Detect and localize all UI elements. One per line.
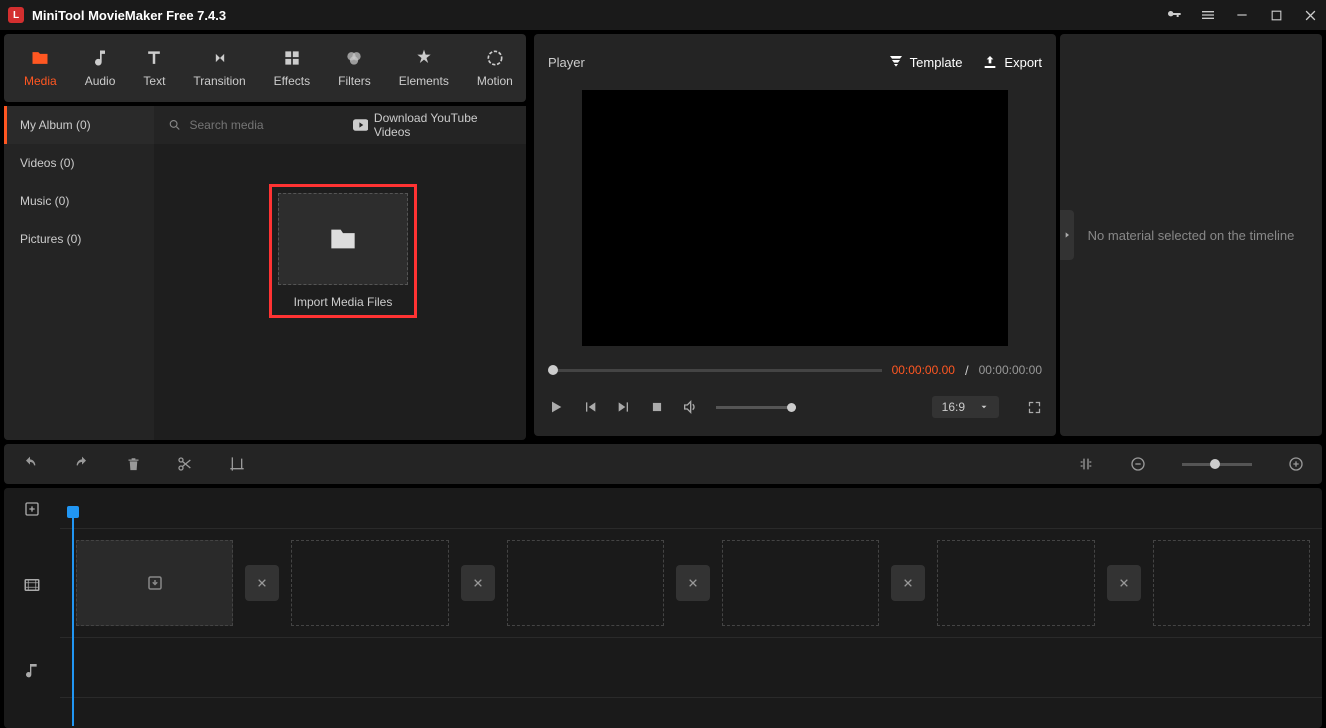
transition-slot[interactable] [676,565,710,601]
tab-motion[interactable]: Motion [463,40,527,96]
transition-slot[interactable] [245,565,279,601]
video-track-icon [4,530,60,640]
aspect-ratio-value: 16:9 [942,400,965,414]
timeline-playhead[interactable] [72,506,74,726]
crop-button[interactable] [229,456,245,472]
sidebar-item-music[interactable]: Music (0) [4,182,154,220]
audio-track-icon [4,640,60,700]
tab-filters-label: Filters [338,74,371,88]
maximize-icon[interactable] [1268,7,1284,23]
delete-button[interactable] [126,457,141,472]
chevron-down-icon [979,402,989,412]
media-sidebar: My Album (0) Videos (0) Music (0) Pictur… [4,106,154,440]
tab-media[interactable]: Media [10,40,71,96]
menu-icon[interactable] [1200,7,1216,23]
timeline[interactable] [4,488,1322,728]
app-title: MiniTool MovieMaker Free 7.4.3 [32,8,1166,23]
add-track-button[interactable] [4,488,60,530]
template-label: Template [910,55,963,70]
volume-button[interactable] [682,399,698,415]
zoom-in-button[interactable] [1288,456,1304,472]
tab-motion-label: Motion [477,74,513,88]
zoom-out-button[interactable] [1130,456,1146,472]
youtube-icon [353,119,368,131]
download-youtube-button[interactable]: Download YouTube Videos [353,111,513,139]
clip-slot[interactable] [1153,540,1310,626]
tab-audio[interactable]: Audio [71,40,130,96]
player-time-sep: / [965,363,969,378]
prev-frame-button[interactable] [582,399,598,415]
zoom-slider[interactable] [1182,463,1252,466]
clip-slot[interactable] [722,540,879,626]
folder-icon [329,227,357,251]
player-seek-slider[interactable] [548,369,882,372]
export-label: Export [1004,55,1042,70]
tab-audio-label: Audio [85,74,116,88]
tab-filters[interactable]: Filters [324,40,385,96]
play-button[interactable] [548,399,564,415]
transition-slot[interactable] [891,565,925,601]
minimize-icon[interactable] [1234,7,1250,23]
tab-text[interactable]: Text [129,40,179,96]
tab-effects-label: Effects [274,74,310,88]
chevron-right-icon [1063,229,1071,241]
clip-slot[interactable] [507,540,664,626]
template-icon [888,54,904,70]
properties-empty-text: No material selected on the timeline [1088,228,1295,243]
export-button[interactable]: Export [982,54,1042,70]
clip-slot[interactable] [291,540,448,626]
sidebar-item-pictures[interactable]: Pictures (0) [4,220,154,258]
timeline-toolbar [4,444,1322,484]
auto-fit-button[interactable] [1078,456,1094,472]
close-icon[interactable] [1302,7,1318,23]
tab-effects[interactable]: Effects [260,40,324,96]
stop-button[interactable] [650,400,664,414]
search-input[interactable] [190,118,345,132]
tab-elements[interactable]: Elements [385,40,463,96]
import-clip-icon [146,574,164,592]
aspect-ratio-select[interactable]: 16:9 [932,396,999,418]
player-preview [582,90,1008,346]
download-youtube-label: Download YouTube Videos [374,111,512,139]
sidebar-item-myalbum[interactable]: My Album (0) [4,106,154,144]
transition-slot[interactable] [1107,565,1141,601]
clip-slot[interactable] [937,540,1094,626]
tab-transition[interactable]: Transition [179,40,259,96]
import-media-button[interactable] [278,193,408,285]
player-time-current: 00:00:00.00 [892,363,955,377]
audio-track[interactable] [60,638,1322,698]
media-panel: Media Audio Text Transition Effects Filt… [0,30,530,440]
undo-button[interactable] [22,456,38,472]
video-track[interactable] [60,528,1322,638]
tab-text-label: Text [143,74,165,88]
transition-slot[interactable] [461,565,495,601]
split-button[interactable] [177,456,193,472]
fullscreen-button[interactable] [1027,400,1042,415]
import-media-label: Import Media Files [294,295,393,309]
redo-button[interactable] [74,456,90,472]
titlebar: L MiniTool MovieMaker Free 7.4.3 [0,0,1326,30]
module-tabs: Media Audio Text Transition Effects Filt… [4,34,526,102]
app-logo-icon: L [8,7,24,23]
tab-elements-label: Elements [399,74,449,88]
sidebar-item-videos[interactable]: Videos (0) [4,144,154,182]
license-key-icon[interactable] [1166,7,1182,23]
search-icon [168,118,182,132]
clip-slot[interactable] [76,540,233,626]
panel-expand-handle[interactable] [1060,210,1074,260]
player-panel: Player Template Export 00:00:00.00 / 00:… [534,34,1056,436]
export-icon [982,54,998,70]
import-media-highlight: Import Media Files [269,184,417,318]
player-time-total: 00:00:00:00 [979,363,1042,377]
template-button[interactable]: Template [888,54,963,70]
tab-media-label: Media [24,74,57,88]
player-title: Player [548,55,868,70]
volume-slider[interactable] [716,406,796,409]
tab-transition-label: Transition [193,74,245,88]
properties-panel: No material selected on the timeline [1060,34,1322,436]
next-frame-button[interactable] [616,399,632,415]
